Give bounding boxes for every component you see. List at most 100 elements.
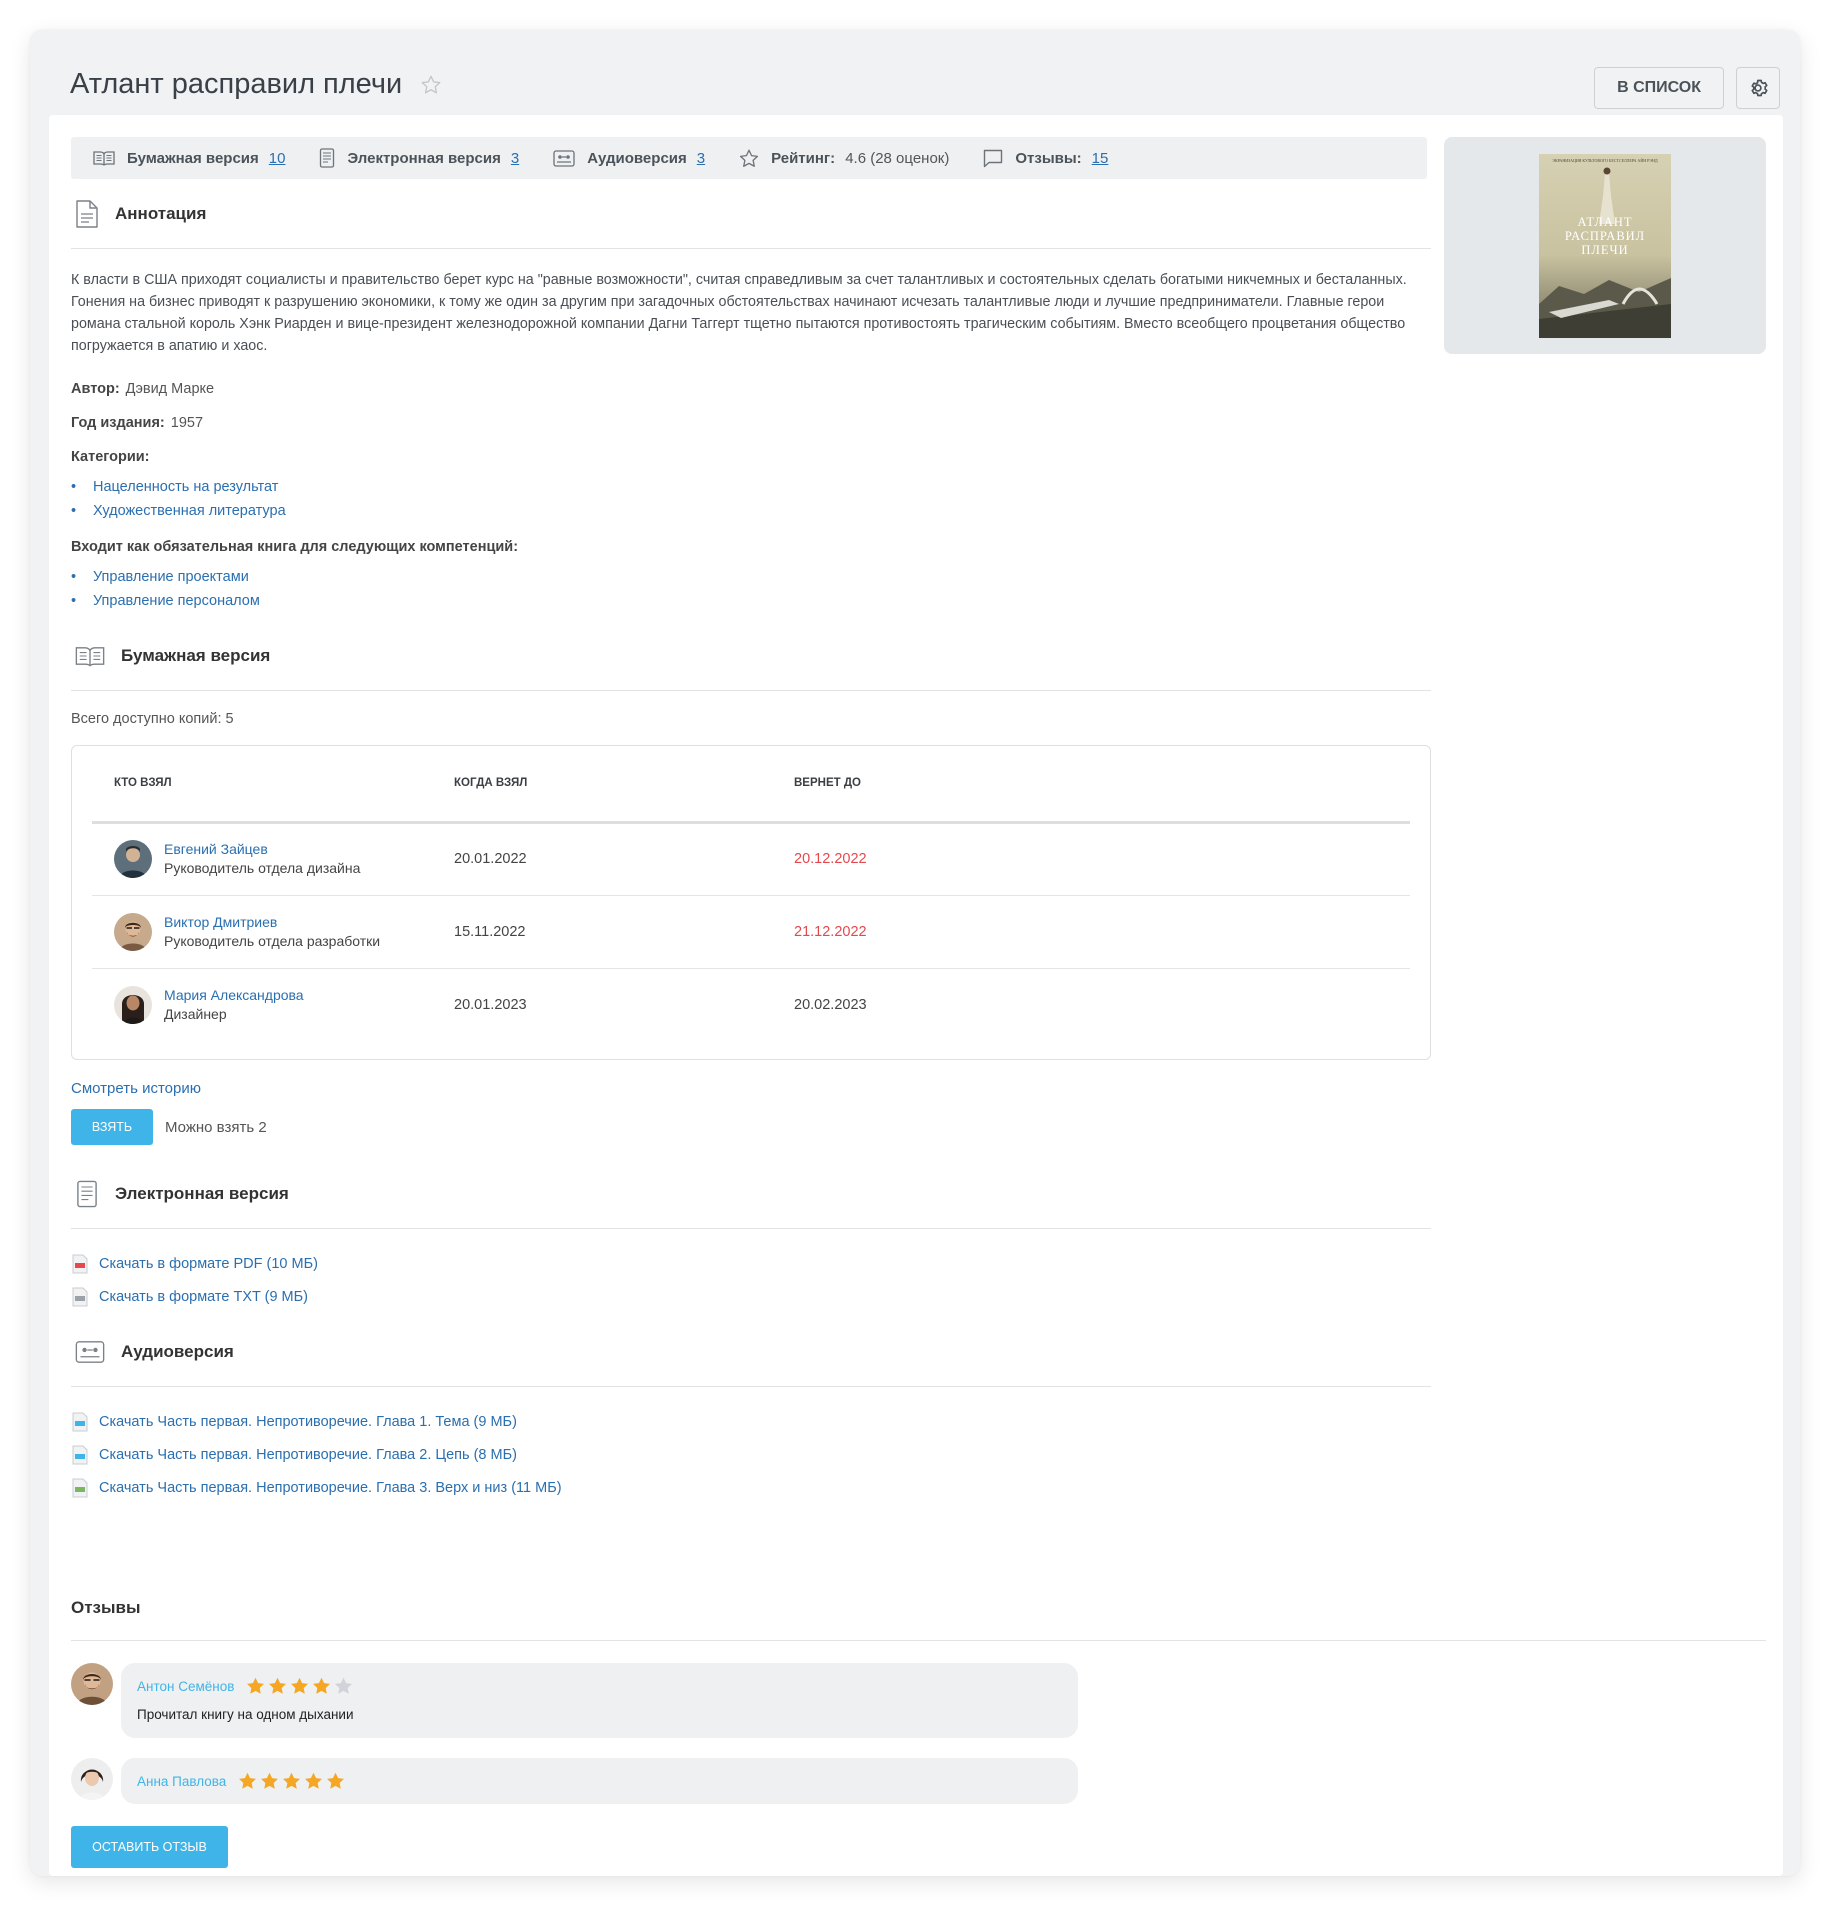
download-audio-link[interactable]: Скачать Часть первая. Непротиворечие. Гл…	[99, 1414, 517, 1430]
audio-file-icon	[72, 1412, 88, 1431]
info-paper: Бумажная версия 10	[93, 150, 285, 167]
category-link[interactable]: Художественная литература	[93, 503, 286, 519]
ebook-section-title: Электронная версия	[115, 1183, 289, 1203]
star-filled-icon	[313, 1677, 331, 1694]
taken-date: 15.11.2022	[432, 895, 772, 969]
competencies-list: Управление проектами Управление персонал…	[71, 565, 1431, 613]
audio-file-icon	[72, 1478, 88, 1497]
return-date: 20.12.2022	[772, 822, 1410, 896]
info-audio: Аудиоверсия 3	[553, 150, 705, 167]
rating-label: Рейтинг:	[771, 149, 836, 167]
reviews-count-link[interactable]: 15	[1092, 150, 1109, 167]
view-history-link[interactable]: Смотреть историю	[71, 1080, 1431, 1097]
borrower-name-link[interactable]: Виктор Дмитриев	[164, 913, 380, 932]
rating-value: 4.6 (28 оценок)	[845, 149, 950, 167]
avatar[interactable]	[71, 1758, 113, 1800]
reviewer-name-link[interactable]: Антон Семёнов	[137, 1679, 234, 1694]
review-text: Прочитал книгу на одном дыхании	[137, 1707, 354, 1722]
list-item: Скачать Часть первая. Непротиворечие. Гл…	[71, 1405, 1431, 1438]
review-item: Анна Павлова	[71, 1758, 1766, 1804]
list-item: Нацеленность на результат	[71, 475, 1431, 499]
borrower-name-link[interactable]: Евгений Зайцев	[164, 840, 360, 859]
list-item: Скачать в формате PDF (10 МБ)	[71, 1247, 1431, 1280]
audio-version-count-link[interactable]: 3	[697, 150, 705, 167]
ebook-files-list: Скачать в формате PDF (10 МБ) Скачать в …	[71, 1247, 1431, 1313]
star-filled-icon	[269, 1677, 287, 1694]
paper-version-count-link[interactable]: 10	[269, 150, 286, 167]
avatar[interactable]	[114, 985, 152, 1024]
download-pdf-link[interactable]: Скачать в формате PDF (10 МБ)	[99, 1256, 318, 1272]
take-book-button[interactable]: ВЗЯТЬ	[71, 1109, 153, 1145]
annotation-title: Аннотация	[115, 203, 207, 223]
categories-label: Категории:	[71, 449, 150, 465]
rating-star-icon	[740, 149, 759, 167]
txt-file-icon	[72, 1287, 88, 1306]
borrower-role: Руководитель отдела дизайна	[164, 860, 361, 876]
borrowers-table-container: КТО ВЗЯЛ КОГДА ВЗЯЛ ВЕРНЕТ ДО Евгений За…	[71, 745, 1431, 1060]
reviewer-name-link[interactable]: Анна Павлова	[137, 1774, 226, 1789]
star-filled-icon	[305, 1772, 323, 1789]
list-item: Управление проектами	[71, 565, 1431, 589]
review-item: Антон Семёнов Прочитал книгу на одном ды…	[71, 1663, 1766, 1738]
pdf-file-icon	[72, 1254, 88, 1273]
cover-title-line-1: АТЛАНТ	[1577, 215, 1632, 229]
book-cover-image[interactable]: ЭКРАНИЗАЦИЯ КУЛЬТОВОГО БЕСТСЕЛЛЕРА АЙН Р…	[1539, 153, 1671, 338]
review-bubble: Антон Семёнов Прочитал книгу на одном ды…	[121, 1663, 1078, 1738]
star-filled-icon	[327, 1772, 345, 1789]
ebook-version-label: Электронная версия	[347, 149, 501, 167]
list-item: Художественная литература	[71, 499, 1431, 523]
competency-link[interactable]: Управление проектами	[93, 569, 249, 585]
review-stars	[238, 1772, 348, 1790]
reviews-title: Отзывы	[71, 1593, 1766, 1641]
book-info-bar: Бумажная версия 10 Электронная версия 3	[71, 137, 1427, 179]
avatar[interactable]	[114, 912, 152, 951]
audio-section-header: Аудиоверсия	[71, 1317, 1431, 1387]
avatar[interactable]	[71, 1663, 113, 1705]
table-row: Мария Александрова Дизайнер 20.01.2023 2…	[92, 968, 1410, 1041]
review-bubble: Анна Павлова	[121, 1758, 1078, 1804]
borrower-name-link[interactable]: Мария Александрова	[164, 986, 304, 1005]
author-row: Автор: Дэвид Марке	[71, 381, 1431, 397]
ebook-section-header: Электронная версия	[71, 1159, 1431, 1229]
year-label: Год издания:	[71, 415, 165, 431]
categories-list: Нацеленность на результат Художественная…	[71, 475, 1431, 523]
star-filled-icon	[247, 1677, 265, 1694]
audio-files-list: Скачать Часть первая. Непротиворечие. Гл…	[71, 1405, 1431, 1504]
reviews-label: Отзывы:	[1015, 149, 1082, 167]
taken-date: 20.01.2023	[454, 996, 527, 1013]
paper-version-label: Бумажная версия	[127, 149, 259, 167]
avatar[interactable]	[114, 840, 152, 878]
book-cover-panel: ЭКРАНИЗАЦИЯ КУЛЬТОВОГО БЕСТСЕЛЛЕРА АЙН Р…	[1444, 137, 1766, 354]
download-txt-link[interactable]: Скачать в формате TXT (9 МБ)	[99, 1289, 308, 1305]
star-filled-icon	[291, 1677, 309, 1694]
settings-button[interactable]	[1736, 67, 1780, 109]
page-title: Атлант расправил плечи	[70, 68, 403, 100]
star-filled-icon	[261, 1772, 279, 1789]
star-filled-icon	[283, 1772, 301, 1789]
book-card: Бумажная версия 10 Электронная версия 3	[49, 115, 1783, 1876]
table-header-row: КТО ВЗЯЛ КОГДА ВЗЯЛ ВЕРНЕТ ДО	[92, 746, 1410, 824]
borrower-role: Дизайнер	[164, 1005, 227, 1022]
favorite-star-icon[interactable]	[420, 74, 442, 96]
year-value: 1957	[170, 415, 204, 431]
borrower: Виктор Дмитриев Руководитель отдела разр…	[114, 912, 432, 951]
main-column: Аннотация К власти в США приходят социал…	[71, 179, 1431, 1504]
download-audio-link[interactable]: Скачать Часть первая. Непротиворечие. Гл…	[99, 1447, 517, 1463]
review-stars	[246, 1677, 356, 1695]
borrower: Мария Александрова Дизайнер	[114, 985, 432, 1024]
cover-top-line: ЭКРАНИЗАЦИЯ КУЛЬТОВОГО БЕСТСЕЛЛЕРА АЙН Р…	[1552, 158, 1657, 163]
add-to-list-button[interactable]: В СПИСОК	[1594, 67, 1724, 109]
borrower-role: Руководитель отдела разработки	[164, 932, 381, 949]
ebook-version-count-link[interactable]: 3	[511, 150, 519, 167]
list-item: Скачать в формате TXT (9 МБ)	[71, 1280, 1431, 1313]
info-ebook: Электронная версия 3	[319, 148, 519, 168]
leave-review-button[interactable]: ОСТАВИТЬ ОТЗЫВ	[71, 1826, 228, 1868]
open-book-icon	[93, 151, 115, 166]
competency-link[interactable]: Управление персоналом	[93, 593, 260, 609]
take-available-note: Можно взять 2	[165, 1118, 267, 1136]
category-link[interactable]: Нацеленность на результат	[93, 479, 278, 495]
info-reviews: Отзывы: 15	[983, 149, 1108, 168]
take-row: ВЗЯТЬ Можно взять 2	[71, 1109, 1431, 1145]
download-audio-link[interactable]: Скачать Часть первая. Непротиворечие. Гл…	[99, 1480, 562, 1496]
audio-version-label: Аудиоверсия	[587, 149, 687, 167]
